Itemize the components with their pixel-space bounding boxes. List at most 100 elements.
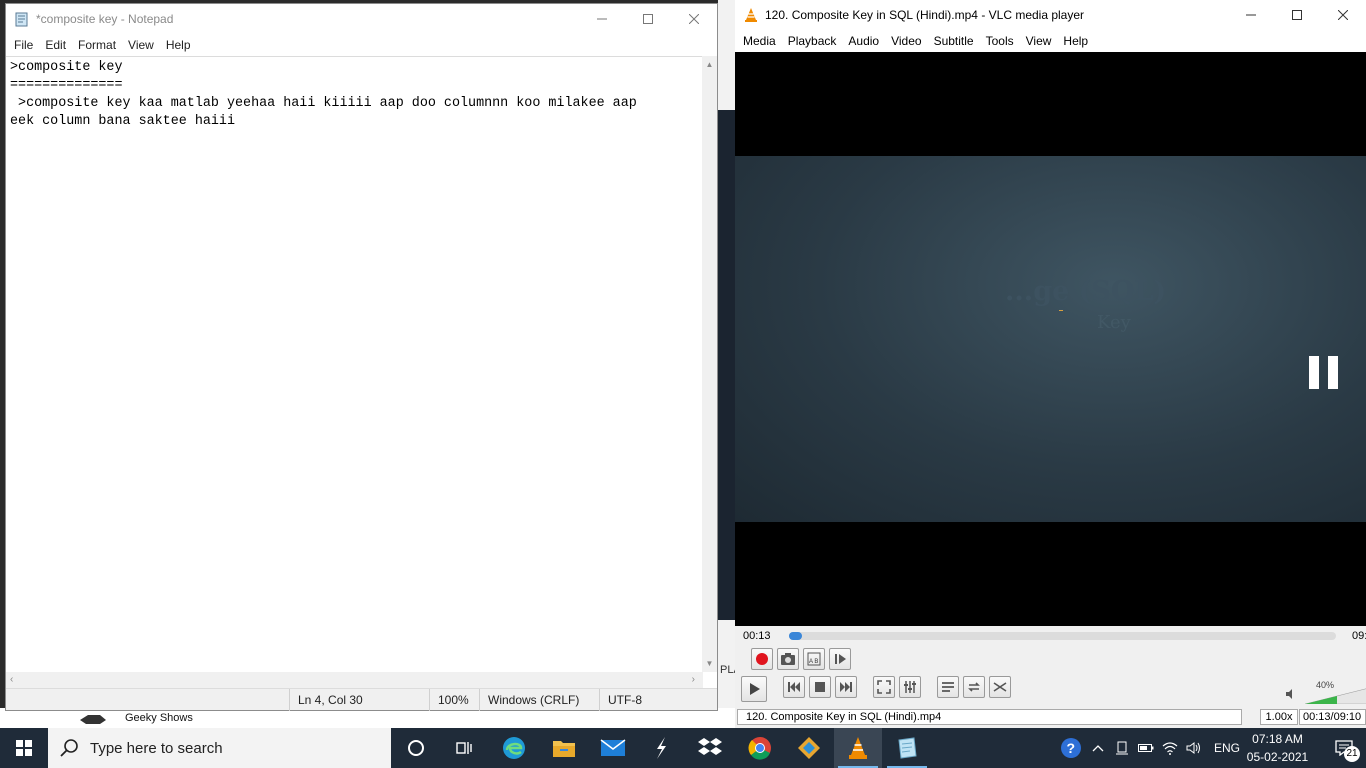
menu-edit[interactable]: Edit <box>39 38 72 52</box>
notepad-horizontal-scrollbar[interactable]: ‹ › <box>6 672 703 688</box>
menu-view[interactable]: View <box>1020 34 1058 48</box>
next-button[interactable] <box>835 676 857 698</box>
menu-file[interactable]: File <box>8 38 39 52</box>
action-center-button[interactable]: 21 <box>1322 728 1366 768</box>
vlc-close-button[interactable] <box>1320 0 1366 30</box>
vlc-titlebar[interactable]: 120. Composite Key in SQL (Hindi).mp4 - … <box>735 0 1366 30</box>
scroll-left-icon[interactable]: ‹ <box>10 674 13 685</box>
seek-progress <box>789 632 803 640</box>
network-button[interactable] <box>1158 728 1182 768</box>
volume-tray-button[interactable] <box>1182 728 1206 768</box>
vlc-minimize-button[interactable] <box>1228 0 1274 30</box>
taskbar-clock[interactable]: 07:18 AM 05-02-2021 <box>1240 730 1315 766</box>
taskbar-vlc[interactable] <box>834 728 882 768</box>
battery-icon <box>1138 744 1154 752</box>
shuffle-button[interactable] <box>989 676 1011 698</box>
menu-tools[interactable]: Tools <box>980 34 1020 48</box>
notepad-vertical-scrollbar[interactable]: ▲ ▼ <box>702 56 717 672</box>
record-button[interactable] <box>751 648 773 670</box>
task-view-button[interactable] <box>440 728 488 768</box>
menu-format[interactable]: Format <box>72 38 122 52</box>
device-icon <box>1116 741 1128 755</box>
menu-subtitle[interactable]: Subtitle <box>928 34 980 48</box>
status-time[interactable]: 00:13/09:10 <box>1299 709 1366 725</box>
taskbar-dropbox[interactable] <box>686 728 734 768</box>
notepad-title: *composite key - Notepad <box>36 12 174 26</box>
taskbar-edge[interactable] <box>490 728 538 768</box>
notepad-text-area[interactable]: >composite key ============== >composite… <box>6 56 703 670</box>
taskbar-mail[interactable] <box>589 728 637 768</box>
fullscreen-button[interactable] <box>873 676 895 698</box>
scroll-down-icon[interactable]: ▼ <box>705 659 714 668</box>
vlc-menubar: Media Playback Audio Video Subtitle Tool… <box>735 30 1366 52</box>
playback-speed[interactable]: 1.00x <box>1260 709 1298 725</box>
taskbar-search-box[interactable]: Type here to search <box>48 728 391 768</box>
menu-audio[interactable]: Audio <box>842 34 885 48</box>
vlc-cone-icon <box>745 8 757 22</box>
chrome-icon <box>748 737 771 760</box>
notepad-maximize-button[interactable] <box>625 4 671 34</box>
vlc-window[interactable]: 120. Composite Key in SQL (Hindi).mp4 - … <box>735 0 1366 728</box>
speaker-icon[interactable] <box>1285 688 1297 700</box>
vlc-icon <box>849 737 867 759</box>
device-button[interactable] <box>1110 728 1134 768</box>
taskbar-notepad[interactable] <box>883 728 931 768</box>
clock-date: 05-02-2021 <box>1246 750 1309 764</box>
taskbar-sublime[interactable] <box>637 728 685 768</box>
elapsed-time[interactable]: 00:13 <box>743 630 771 642</box>
menu-help[interactable]: Help <box>160 38 197 52</box>
menu-help[interactable]: Help <box>1057 34 1094 48</box>
line-ending: Windows (CRLF) <box>479 689 599 711</box>
sublime-icon <box>657 737 666 759</box>
video-display[interactable]: ...ge (SQL) Key <box>735 52 1366 626</box>
record-icon <box>756 653 768 665</box>
cortana-button[interactable] <box>392 728 440 768</box>
vlc-maximize-button[interactable] <box>1274 0 1320 30</box>
start-button[interactable] <box>0 728 48 768</box>
previous-icon <box>788 682 800 692</box>
system-tray: ? ENG <box>1056 728 1248 768</box>
next-icon <box>840 682 852 692</box>
dropbox-icon <box>698 738 722 755</box>
previous-button[interactable] <box>783 676 805 698</box>
taskbar-chrome[interactable] <box>736 728 784 768</box>
channel-name[interactable]: Geeky Shows <box>125 712 193 724</box>
notepad-close-button[interactable] <box>671 4 717 34</box>
show-hidden-icons-button[interactable] <box>1086 728 1110 768</box>
total-time[interactable]: 09: <box>1352 630 1366 642</box>
taskbar-file-explorer[interactable] <box>540 728 588 768</box>
scroll-up-icon[interactable]: ▲ <box>705 60 714 69</box>
stop-button[interactable] <box>809 676 831 698</box>
status-filename: 120. Composite Key in SQL (Hindi).mp4 <box>737 709 1242 725</box>
battery-button[interactable] <box>1134 728 1158 768</box>
playlist-button[interactable] <box>937 676 959 698</box>
taskbar-git[interactable] <box>785 728 833 768</box>
menu-media[interactable]: Media <box>737 34 782 48</box>
extended-settings-button[interactable] <box>899 676 921 698</box>
frame-step-button[interactable] <box>829 648 851 670</box>
fullscreen-icon <box>877 680 891 694</box>
loop-icon <box>968 682 980 692</box>
menu-playback[interactable]: Playback <box>782 34 843 48</box>
taskbar: Type here to search ? ENG 07:18 AM 05-02… <box>0 728 1366 768</box>
help-icon: ? <box>1061 738 1081 758</box>
play-icon <box>750 683 760 695</box>
loop-ab-button[interactable]: A B <box>803 648 825 670</box>
help-button[interactable]: ? <box>1056 728 1086 768</box>
notification-count: 21 <box>1344 746 1360 762</box>
menu-video[interactable]: Video <box>885 34 927 48</box>
notepad-titlebar[interactable]: *composite key - Notepad <box>6 4 717 34</box>
notepad-app-icon <box>15 12 28 27</box>
scroll-right-icon[interactable]: › <box>692 674 695 685</box>
notepad-minimize-button[interactable] <box>579 4 625 34</box>
svg-text:?: ? <box>1067 740 1076 756</box>
play-button[interactable] <box>741 676 767 702</box>
loop-button[interactable] <box>963 676 985 698</box>
vlc-title: 120. Composite Key in SQL (Hindi).mp4 - … <box>765 8 1085 22</box>
seek-bar[interactable] <box>789 632 1336 640</box>
notepad-window[interactable]: *composite key - Notepad File Edit Forma… <box>5 3 718 711</box>
menu-view[interactable]: View <box>122 38 160 52</box>
pause-overlay-icon <box>1309 356 1347 392</box>
snapshot-button[interactable] <box>777 648 799 670</box>
volume-slider[interactable] <box>1305 682 1366 704</box>
